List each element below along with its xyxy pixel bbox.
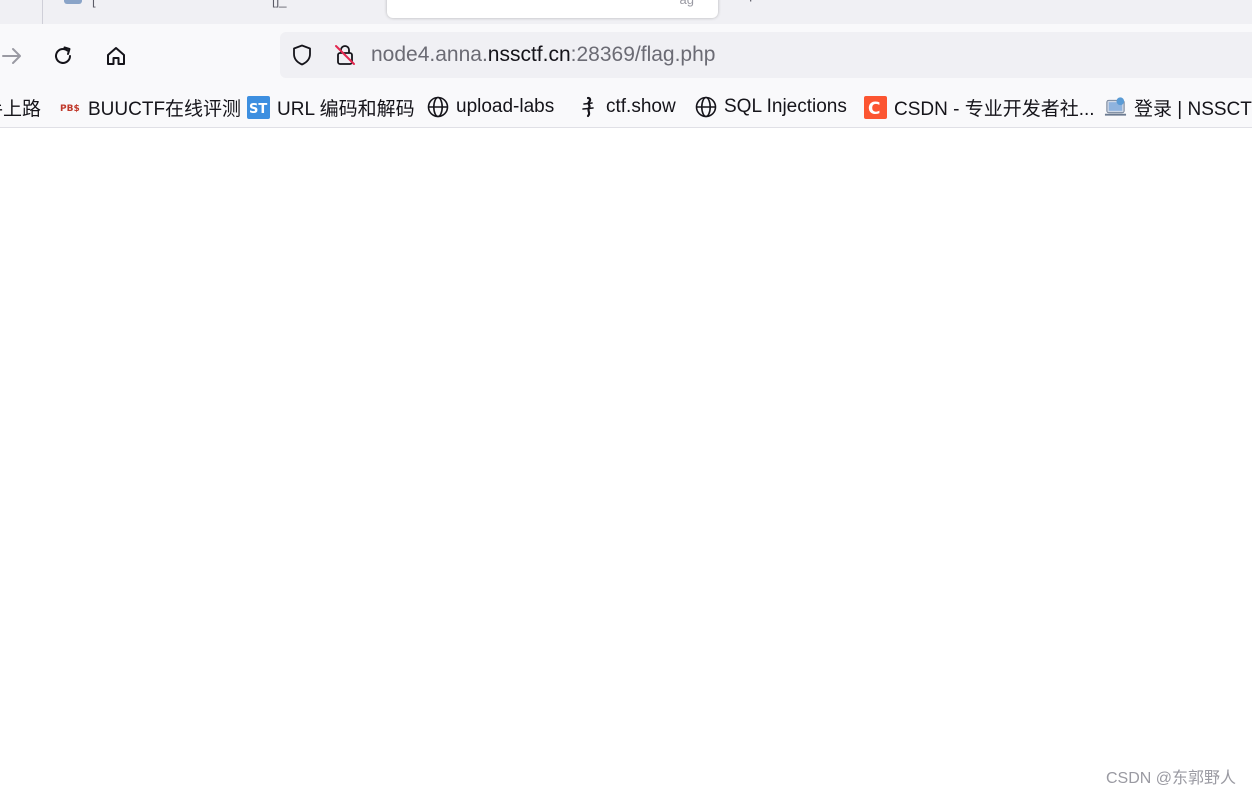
forward-arrow-icon	[2, 47, 21, 64]
bookmark-label: BUUCTF在线评测	[88, 98, 242, 120]
bookmark-label: SQL Injections	[724, 96, 847, 117]
globe-icon	[426, 96, 449, 119]
new-tab-button[interactable]: +	[746, 0, 755, 8]
reload-icon	[55, 46, 71, 64]
bookmark-label: 手上路	[0, 98, 42, 120]
url-suffix: :28369/flag.php	[570, 43, 716, 66]
st-icon: ST	[247, 95, 270, 119]
svg-text:ST: ST	[249, 102, 267, 117]
url-domain: nssctf.cn	[487, 43, 571, 66]
home-button[interactable]	[100, 24, 132, 87]
bookmark-nssctf-login[interactable]: 登录 | NSSCTF	[1104, 87, 1252, 127]
insecure-lock-icon[interactable]	[333, 43, 357, 72]
inactive-tab-title-fragment[interactable]: []_	[272, 0, 286, 8]
watermark: CSDN @东郭野人	[1105, 770, 1236, 787]
inactive-tab-title-fragment[interactable]: [	[92, 0, 96, 8]
buuctf-icon: PB$	[58, 96, 81, 119]
active-tab-title-fragment: ag	[680, 0, 694, 7]
tracking-protection-shield-icon[interactable]	[290, 43, 314, 72]
tab-divider	[42, 0, 43, 24]
csdn-icon: C	[864, 95, 887, 119]
forward-button[interactable]	[0, 24, 28, 87]
bookmark-item[interactable]: 手上路	[0, 87, 41, 127]
bookmark-url-encode[interactable]: ST URL 编码和解码	[247, 87, 415, 127]
bookmark-buuctf[interactable]: PB$ BUUCTF在线评测	[58, 87, 242, 127]
bookmark-ctfshow[interactable]: ctf.show	[576, 87, 676, 127]
ctfshow-icon	[576, 96, 599, 119]
globe-icon	[694, 96, 717, 119]
url-prefix: node4.anna.	[371, 43, 488, 66]
bookmark-label: URL 编码和解码	[277, 98, 415, 120]
tab-favicon-icon	[64, 0, 82, 4]
bookmark-upload-labs[interactable]: upload-labs	[426, 87, 554, 127]
bookmark-label: upload-labs	[456, 96, 555, 117]
navigation-toolbar: node4.anna.nssctf.cn:28369/flag.php	[0, 24, 1252, 87]
address-bar[interactable]: node4.anna.nssctf.cn:28369/flag.php	[280, 32, 1252, 78]
home-icon	[107, 46, 125, 65]
url-text[interactable]: node4.anna.nssctf.cn:28369/flag.php	[371, 32, 715, 78]
page-content: CSDN @东郭野人	[0, 128, 1252, 796]
tab-strip: [ []_ ag +	[0, 0, 1252, 24]
bookmark-csdn[interactable]: C CSDN - 专业开发者社...	[864, 87, 1095, 127]
svg-text:PB$: PB$	[60, 104, 80, 114]
reload-button[interactable]	[47, 24, 79, 87]
bookmark-label: CSDN - 专业开发者社...	[894, 98, 1095, 120]
bookmark-label: ctf.show	[606, 96, 676, 117]
bookmark-sql-injections[interactable]: SQL Injections	[694, 87, 847, 127]
bookmark-label: 登录 | NSSCTF	[1134, 98, 1252, 120]
active-tab[interactable]: ag	[387, 0, 718, 18]
svg-text:C: C	[868, 99, 880, 119]
nssctf-icon	[1104, 96, 1127, 119]
bookmarks-toolbar: 手上路 PB$ BUUCTF在线评测 ST URL 编码和解码 upload-l…	[0, 87, 1252, 128]
